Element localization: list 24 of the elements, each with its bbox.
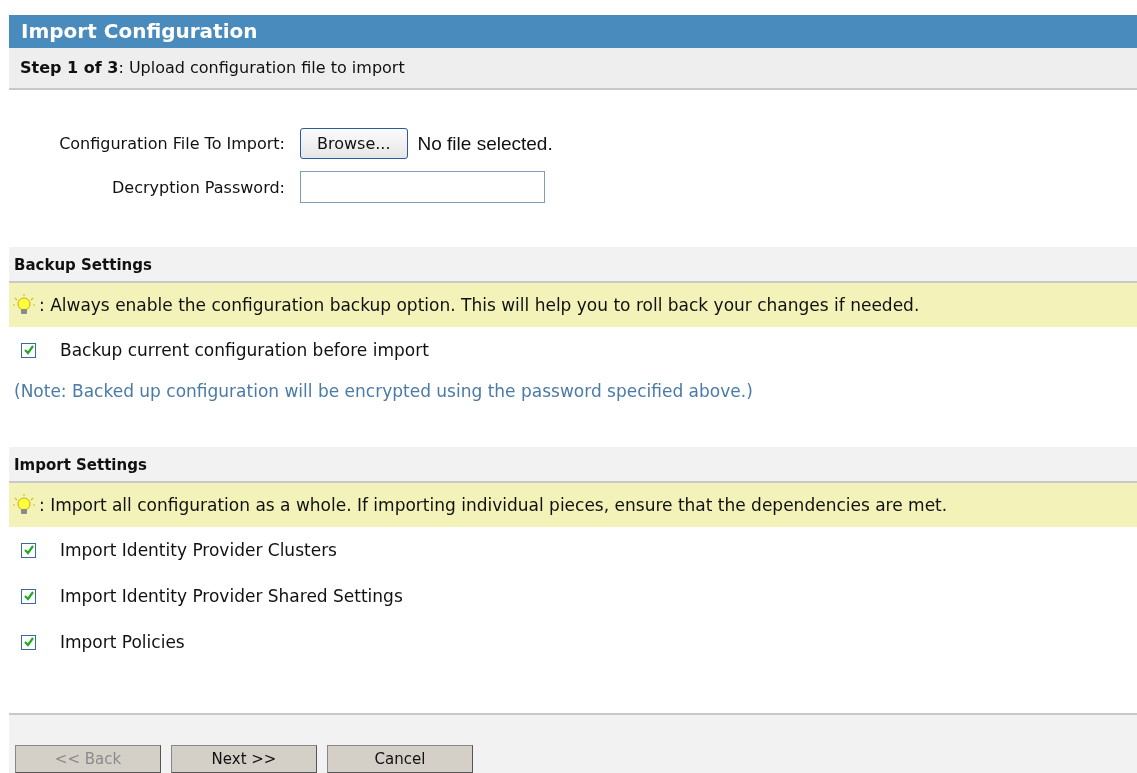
checkbox-label: Import Identity Provider Shared Settings — [60, 586, 403, 606]
section-heading: Import Settings — [9, 447, 1137, 483]
note-text: (Note: Backed up configuration will be encrypted using the password specified above.) — [13, 380, 754, 401]
lightbulb-icon — [13, 294, 35, 316]
tip-text: : Always enable the configuration backup option. This will help you to roll back your changes if needed. — [39, 295, 920, 315]
window-title: Import Configuration — [9, 15, 1137, 48]
password-field[interactable] — [300, 171, 545, 203]
file-status: No file selected. — [417, 132, 553, 155]
checkbox[interactable] — [21, 342, 36, 358]
nav-button[interactable]: Cancel — [327, 745, 473, 773]
tip-text: : Import all configuration as a whole. If importing individual pieces, ensure that the dependencies are met. — [39, 495, 948, 515]
checkbox-label: Import Identity Provider Clusters — [60, 540, 337, 560]
field-label: Decryption Password: — [110, 177, 285, 197]
checkbox[interactable] — [21, 542, 36, 558]
checkbox[interactable] — [21, 634, 36, 650]
checkbox[interactable] — [21, 588, 36, 604]
field-label: Configuration File To Import: — [58, 134, 285, 153]
browse-button[interactable]: Browse... — [300, 128, 408, 159]
section-heading: Backup Settings — [9, 247, 1137, 283]
checkbox-label: Backup current configuration before import — [60, 340, 429, 360]
checkbox-label: Import Policies — [60, 632, 185, 652]
nav-button[interactable]: Next >> — [171, 745, 317, 773]
step-heading: Step 1 of 3: Upload configuration file to import — [9, 48, 1137, 90]
lightbulb-icon — [13, 494, 35, 516]
